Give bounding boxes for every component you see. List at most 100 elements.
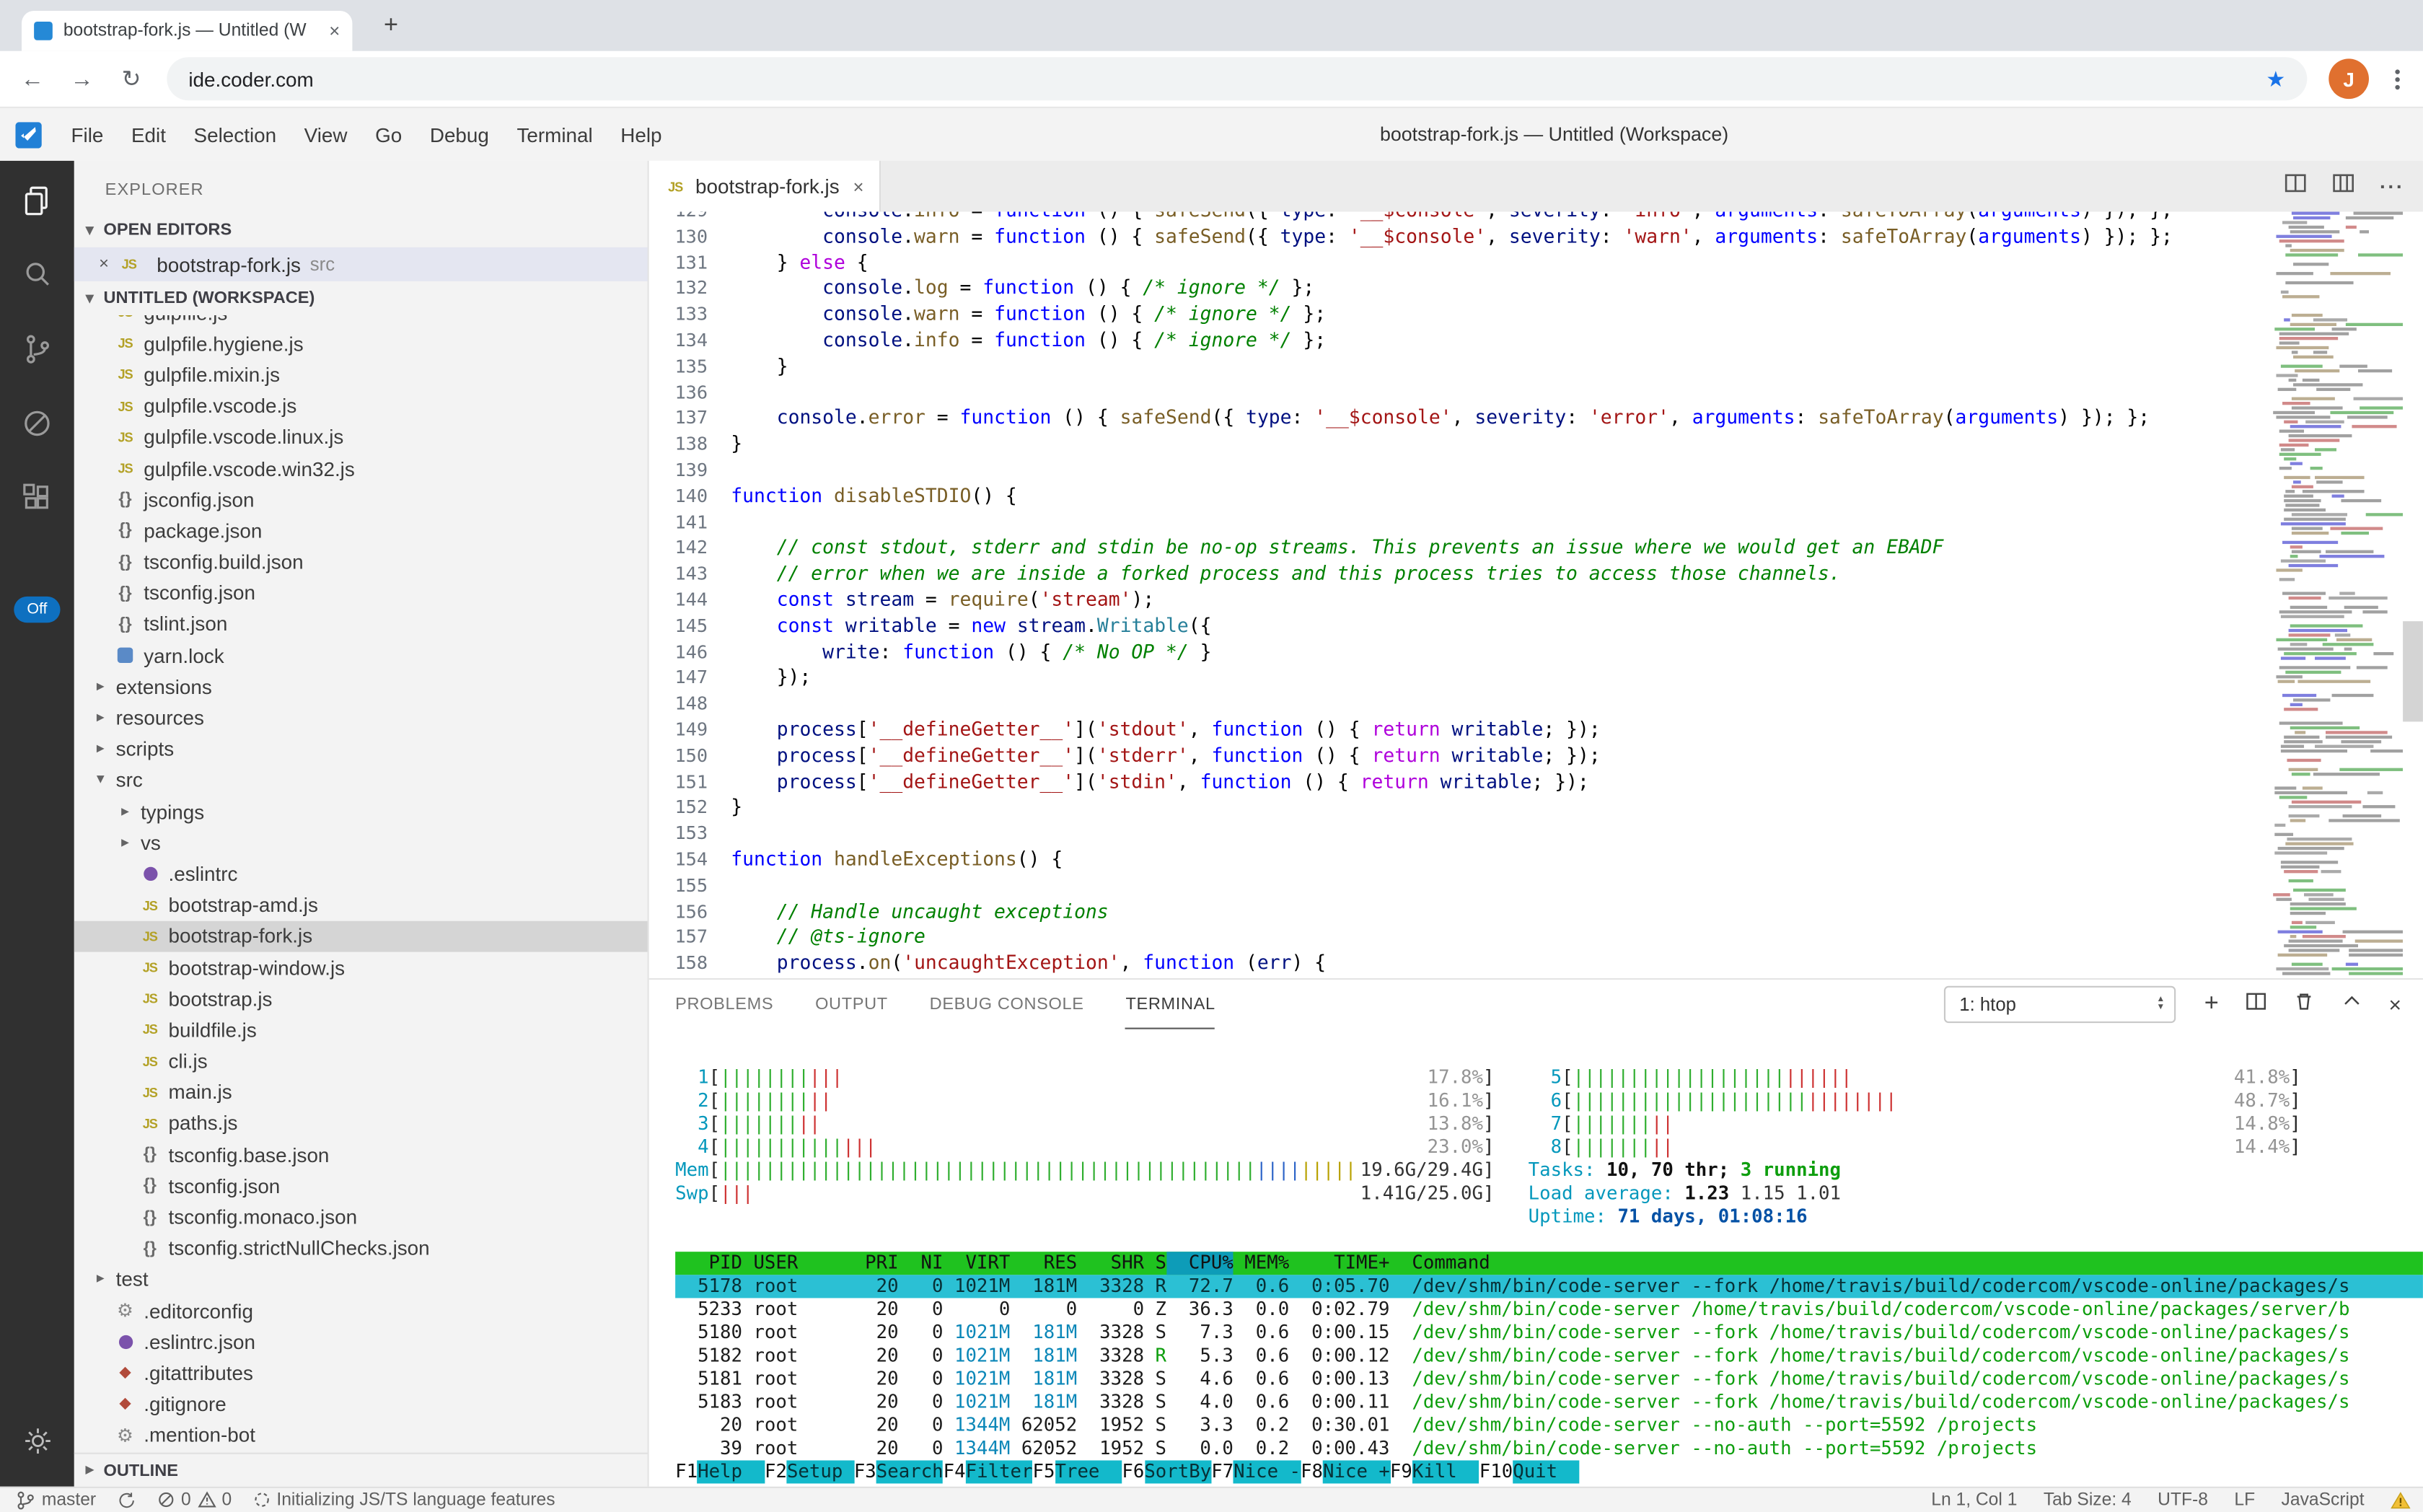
tree-item[interactable]: {}tsconfig.monaco.json [74,1201,648,1232]
process-row[interactable]: 5233root200000Z36.30.00:02.79/dev/shm/bi… [675,1298,2423,1321]
close-panel-icon[interactable]: × [2388,992,2401,1016]
avatar[interactable]: J [2329,58,2369,99]
tree-item[interactable]: .eslintrc.json [74,1326,648,1357]
process-row[interactable]: 5178root2001021M181M3328R72.70.60:05.70/… [675,1275,2423,1298]
tree-item[interactable]: ⚙.editorconfig [74,1295,648,1326]
menu-file[interactable]: File [57,123,117,146]
search-icon[interactable] [19,257,56,294]
process-row[interactable]: 39root2001344M620521952S0.00.20:00.43/de… [675,1437,2423,1460]
debug-disabled-icon[interactable] [19,405,56,441]
toggle-layout-icon[interactable] [2332,171,2355,202]
tab-output[interactable]: OUTPUT [815,980,888,1029]
tree-item[interactable]: JSbootstrap-fork.js [74,920,648,951]
tree-item[interactable]: JSgulpfile.js [74,315,648,328]
tree-folder[interactable]: ▸test [74,1264,648,1295]
tree-item[interactable]: {}tslint.json [74,609,648,640]
editor-scrollbar[interactable] [2403,621,2423,721]
tab-problems[interactable]: PROBLEMS [675,980,773,1029]
problems-status[interactable]: 0 0 [158,1491,232,1510]
new-tab-button[interactable]: + [374,9,408,43]
editor-tab[interactable]: JS bootstrap-fork.js × [649,161,881,212]
tree-folder[interactable]: ▸vs [74,827,648,858]
terminal-picker[interactable]: 1: htop ▲▼ [1944,986,2176,1023]
notification-bell-icon[interactable] [2391,1491,2411,1510]
browser-tab[interactable]: bootstrap-fork.js — Untitled (W × [22,11,352,51]
language-status-message[interactable]: Initializing JS/TS language features [253,1491,555,1510]
tree-item[interactable]: ⚙.mention-bot [74,1420,648,1451]
menu-go[interactable]: Go [361,123,416,146]
tree-item[interactable]: JSbootstrap.js [74,983,648,1014]
reload-icon[interactable]: ↻ [118,65,146,93]
back-icon[interactable]: ← [19,66,47,92]
tab-debug-console[interactable]: DEBUG CONSOLE [930,980,1084,1029]
encoding-setting[interactable]: UTF-8 [2158,1491,2208,1510]
outline-section[interactable]: ▸ OUTLINE [74,1453,648,1487]
tree-folder[interactable]: ▸scripts [74,734,648,765]
split-terminal-icon[interactable] [2245,990,2266,1019]
tree-item[interactable]: JSgulpfile.vscode.js [74,390,648,421]
tree-item[interactable]: .eslintrc [74,858,648,889]
menu-terminal[interactable]: Terminal [503,123,607,146]
tree-item[interactable]: JSbuildfile.js [74,1014,648,1045]
git-branch-status[interactable]: master [15,1490,96,1511]
tree-item[interactable]: {}tsconfig.base.json [74,1139,648,1170]
tree-item[interactable]: JSgulpfile.hygiene.js [74,328,648,359]
menu-selection[interactable]: Selection [180,123,290,146]
tab-close-icon[interactable]: × [329,20,340,42]
indent-setting[interactable]: Tab Size: 4 [2044,1491,2132,1510]
tree-item[interactable]: {}tsconfig.strictNullChecks.json [74,1233,648,1264]
menu-view[interactable]: View [290,123,361,146]
tree-item[interactable]: ◆.gitattributes [74,1358,648,1389]
tree-item[interactable]: JSgulpfile.vscode.win32.js [74,453,648,484]
tree-item[interactable]: JSbootstrap-amd.js [74,889,648,920]
minimap[interactable] [2270,211,2403,978]
workspace-header[interactable]: ▾ UNTITLED (WORKSPACE) [74,281,648,315]
source-control-icon[interactable] [19,330,56,367]
tab-terminal[interactable]: TERMINAL [1125,980,1215,1029]
tab-close-icon[interactable]: × [853,175,863,197]
tree-folder[interactable]: ▸extensions [74,671,648,702]
off-toggle-badge[interactable]: Off [14,597,60,623]
extensions-icon[interactable] [19,479,56,516]
process-row[interactable]: 5183root2001021M181M3328S4.00.60:00.11/d… [675,1391,2423,1414]
tree-item[interactable]: yarn.lock [74,640,648,671]
tree-item[interactable]: {}jsconfig.json [74,484,648,515]
process-row[interactable]: 5181root2001021M181M3328S4.60.60:00.13/d… [675,1368,2423,1391]
tree-item[interactable]: JScli.js [74,1045,648,1076]
split-editor-icon[interactable] [2284,171,2307,202]
code-lines[interactable]: 129 console.info = function () { safeSen… [649,211,2253,978]
tree-item[interactable]: JSgulpfile.vscode.linux.js [74,421,648,452]
code-editor[interactable]: 129 console.info = function () { safeSen… [649,211,2423,978]
cursor-position[interactable]: Ln 1, Col 1 [1931,1491,2017,1510]
close-icon[interactable]: × [99,255,109,273]
tree-item[interactable]: {}tsconfig.json [74,1170,648,1201]
tree-item[interactable]: {}tsconfig.build.json [74,546,648,577]
process-row[interactable]: 5182root2001021M181M3328R5.30.60:00.12/d… [675,1345,2423,1368]
menu-debug[interactable]: Debug [416,123,503,146]
url-text[interactable]: ide.coder.com [188,67,2251,90]
browser-menu-icon[interactable] [2391,69,2404,89]
process-row[interactable]: 20root2001344M620521952S3.30.20:30.01/de… [675,1414,2423,1437]
url-bar[interactable]: ide.coder.com ★ [167,57,2307,100]
tree-item[interactable]: {}tsconfig.json [74,578,648,609]
sync-status[interactable] [118,1491,136,1510]
open-editor-item[interactable]: × JS bootstrap-fork.js src [74,247,648,281]
bookmark-star-icon[interactable]: ★ [2266,66,2285,92]
eol-setting[interactable]: LF [2234,1491,2255,1510]
maximize-panel-icon[interactable] [2341,990,2362,1019]
new-terminal-icon[interactable]: + [2204,992,2219,1016]
tree-item[interactable]: ◆.gitignore [74,1389,648,1420]
explorer-icon[interactable] [19,183,56,219]
open-editors-header[interactable]: ▾ OPEN EDITORS [74,214,648,247]
tree-item[interactable]: JSbootstrap-window.js [74,951,648,983]
kill-terminal-icon[interactable] [2293,990,2315,1019]
tree-folder[interactable]: ▸resources [74,702,648,733]
terminal-content[interactable]: 1[|||||||||||17.8%] 5[||||||||||||||||||… [649,1029,2423,1487]
menu-help[interactable]: Help [607,123,676,146]
tree-item[interactable]: JSpaths.js [74,1108,648,1139]
tree-folder[interactable]: ▾src [74,765,648,796]
more-actions-icon[interactable]: ··· [2380,175,2404,198]
forward-icon[interactable]: → [68,66,96,92]
tree-item[interactable]: {}package.json [74,515,648,546]
htop-function-bar[interactable]: F1Help F2Setup F3SearchF4FilterF5Tree F6… [675,1460,2423,1483]
